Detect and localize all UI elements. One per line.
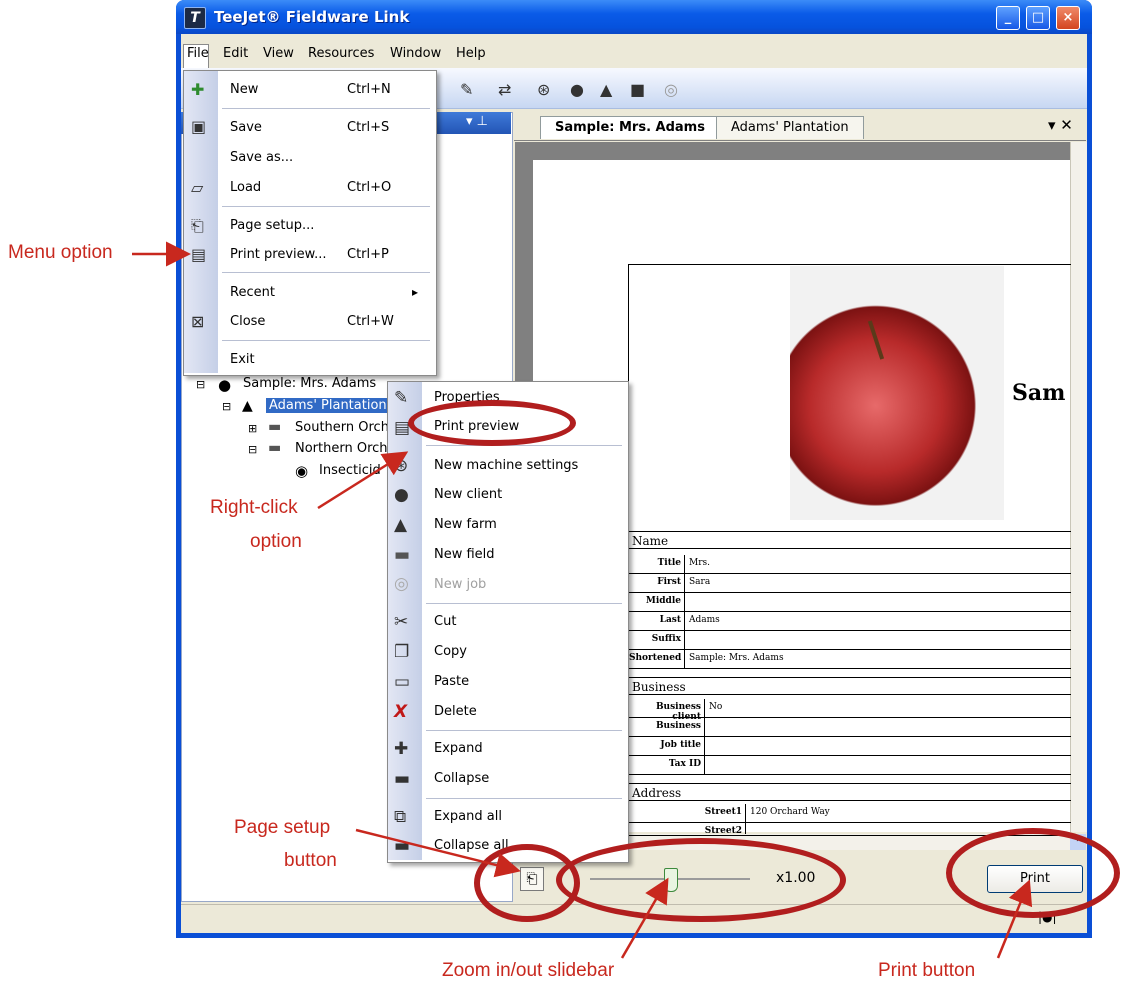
annotation-page-setup-line1: Page setup (234, 817, 331, 838)
annotation-arrows (132, 241, 1033, 959)
arrow-right-click (317, 451, 409, 510)
annotation-print: Print button (878, 960, 976, 981)
annotation-right-click-line1: Right-click (210, 497, 298, 518)
annotation-right-click-line2: option (250, 531, 302, 552)
annotation-menu-option: Menu option (8, 242, 113, 263)
annotation-page-setup-line2: button (284, 850, 337, 871)
arrow-print (996, 879, 1033, 959)
arrow-page-setup (355, 828, 521, 878)
arrow-zoom (620, 877, 669, 959)
annotation-zoom: Zoom in/out slidebar (442, 960, 615, 981)
